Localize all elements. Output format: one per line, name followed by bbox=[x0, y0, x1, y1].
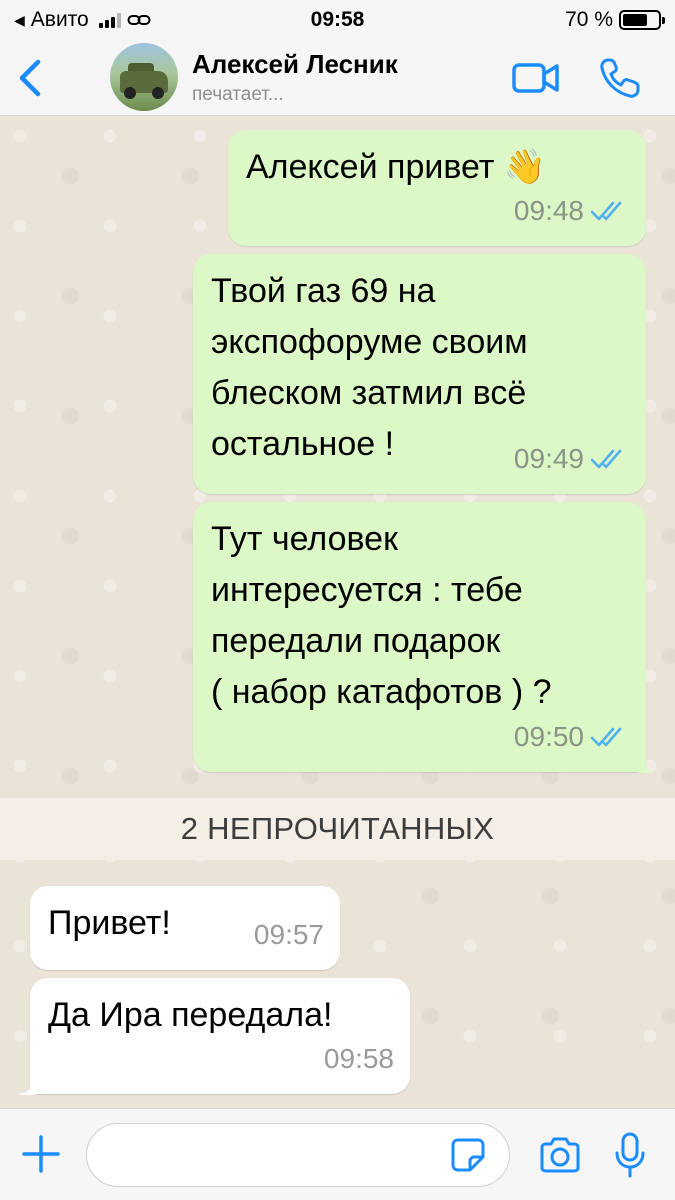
phone-icon bbox=[600, 58, 640, 98]
message-time: 09:57 bbox=[253, 919, 324, 950]
message-bubble-outgoing[interactable]: Тут человек интересуется : тебе передали… bbox=[193, 502, 646, 772]
chat-area[interactable]: Алексей привет 👋 09:48 Твой газ 69 на эк… bbox=[0, 116, 675, 1108]
message-text: Тут человек интересуется : тебе передали… bbox=[211, 520, 552, 711]
read-ticks-icon bbox=[590, 449, 622, 468]
bubble-tail bbox=[18, 1074, 38, 1096]
message-bubble-outgoing[interactable]: Твой газ 69 на экспофоруме своим блеском… bbox=[193, 254, 646, 494]
message-time: 09:50 bbox=[513, 721, 584, 752]
message-time: 09:58 bbox=[323, 1043, 394, 1074]
attach-button[interactable] bbox=[20, 1133, 62, 1175]
voice-message-button[interactable] bbox=[612, 1131, 648, 1179]
microphone-icon bbox=[615, 1132, 645, 1178]
message-meta: 09:49 bbox=[514, 433, 630, 484]
sticker-icon bbox=[451, 1138, 485, 1172]
message-bubble-outgoing[interactable]: Алексей привет 👋 09:48 bbox=[228, 130, 646, 246]
camera-icon bbox=[540, 1137, 580, 1173]
composer-bar bbox=[0, 1108, 675, 1200]
message-input[interactable] bbox=[86, 1123, 510, 1187]
video-call-button[interactable] bbox=[512, 60, 560, 96]
avatar[interactable] bbox=[110, 43, 178, 111]
bubble-tail bbox=[636, 752, 656, 774]
contact-name[interactable]: Алексей Лесник bbox=[192, 49, 398, 80]
battery-status: 70 % bbox=[565, 8, 665, 32]
read-ticks-icon bbox=[590, 727, 622, 746]
voice-call-button[interactable] bbox=[598, 56, 642, 100]
message-bubble-incoming[interactable]: Да Ира передала! 09:58 bbox=[30, 978, 410, 1094]
video-camera-icon bbox=[512, 63, 559, 93]
message-time: 09:49 bbox=[513, 443, 584, 474]
plus-icon bbox=[22, 1135, 60, 1173]
message-meta: 09:50 bbox=[514, 711, 630, 762]
sticker-button[interactable] bbox=[450, 1137, 486, 1173]
chat-header: Алексей Лесник печатает... bbox=[0, 40, 675, 116]
message-bubble-incoming[interactable]: Привет! 09:57 bbox=[30, 886, 340, 970]
battery-percent: 70 % bbox=[565, 8, 613, 31]
message-meta: 09:57 bbox=[254, 909, 324, 960]
camera-button[interactable] bbox=[538, 1135, 582, 1175]
message-meta: 09:48 bbox=[514, 185, 630, 236]
status-bar: ◀ Авито 09:58 70 % bbox=[0, 0, 675, 40]
battery-fill bbox=[623, 14, 647, 26]
contact-status: печатает... bbox=[192, 84, 284, 105]
message-meta: 09:58 bbox=[324, 1033, 394, 1084]
message-time: 09:48 bbox=[513, 195, 584, 226]
chevron-left-icon bbox=[19, 59, 41, 97]
back-button[interactable] bbox=[12, 56, 48, 100]
battery-icon bbox=[619, 10, 665, 30]
read-ticks-icon bbox=[590, 201, 622, 220]
unread-divider: 2 НЕПРОЧИТАННЫХ bbox=[0, 798, 675, 860]
